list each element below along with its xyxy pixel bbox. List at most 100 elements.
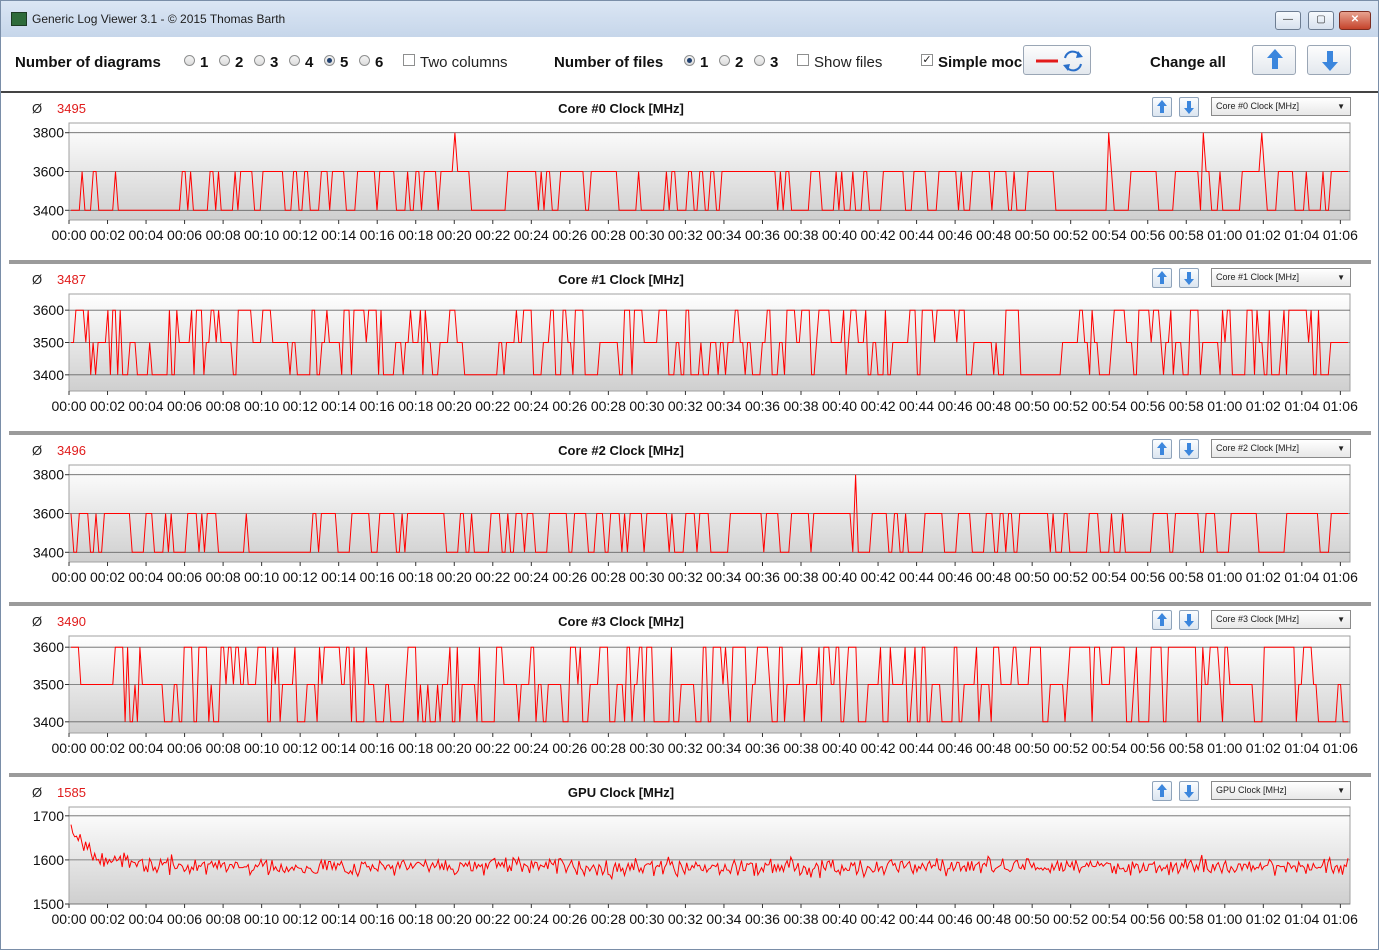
x-tick-label: 00:06 — [167, 740, 202, 756]
app-icon — [11, 12, 27, 26]
diagram-panel: 3400 3500 3600 00:00 00:02 00:04 00:06 00:08 00:… — [1, 606, 1378, 774]
line-chart: 15001600170000:00 00:02 00:04 00:06 00:08 00:… — [33, 806, 1358, 927]
y-tick-label: 3600 — [33, 302, 64, 318]
x-tick-label: 00:44 — [899, 569, 934, 585]
x-tick-label: 01:04 — [1284, 911, 1319, 927]
value-select[interactable]: Core #3 Clock [MHz] ▼ — [1211, 610, 1351, 629]
diagrams-radio-4[interactable] — [289, 55, 300, 66]
value-select[interactable]: Core #1 Clock [MHz] ▼ — [1211, 268, 1351, 287]
x-tick-label: 01:06 — [1323, 398, 1358, 414]
x-tick-label: 00:30 — [629, 911, 664, 927]
x-tick-label: 00:40 — [822, 398, 857, 414]
x-tick-label: 00:16 — [360, 227, 395, 243]
x-tick-label: 00:34 — [706, 740, 741, 756]
x-tick-label: 00:14 — [321, 398, 356, 414]
close-button[interactable]: ✕ — [1339, 11, 1371, 30]
x-tick-label: 00:34 — [706, 569, 741, 585]
dropdown-arrow-icon: ▼ — [1337, 273, 1345, 282]
y-tick-label: 3400 — [33, 714, 64, 730]
x-tick-label: 00:24 — [514, 569, 549, 585]
minimize-button[interactable]: — — [1275, 11, 1301, 30]
x-tick-label: 00:12 — [283, 740, 318, 756]
value-select-text: Core #0 Clock [MHz] — [1216, 101, 1300, 111]
x-tick-label: 00:52 — [1053, 911, 1088, 927]
x-tick-label: 00:44 — [899, 227, 934, 243]
move-up-button[interactable] — [1152, 439, 1172, 459]
arrow-down-icon — [1184, 614, 1194, 627]
y-tick-label: 3400 — [33, 544, 64, 560]
x-tick-label: 00:34 — [706, 227, 741, 243]
line-style-button[interactable] — [1023, 45, 1091, 75]
x-tick-label: 00:50 — [1015, 740, 1050, 756]
diagrams-radio-label-2: 2 — [235, 54, 244, 71]
maximize-button[interactable]: ▢ — [1308, 11, 1334, 30]
diagrams-radio-6[interactable] — [359, 55, 370, 66]
diagrams-radio-label-1: 1 — [200, 54, 209, 71]
x-tick-label: 01:06 — [1323, 227, 1358, 243]
x-tick-label: 00:58 — [1169, 911, 1204, 927]
move-down-button[interactable] — [1179, 610, 1199, 630]
x-tick-label: 00:20 — [437, 569, 472, 585]
x-tick-label: 00:42 — [861, 740, 896, 756]
y-tick-label: 3600 — [33, 164, 64, 180]
x-tick-label: 00:58 — [1169, 740, 1204, 756]
files-radio-1[interactable] — [684, 55, 695, 66]
move-up-button[interactable] — [1152, 268, 1172, 288]
value-select[interactable]: Core #0 Clock [MHz] ▼ — [1211, 97, 1351, 116]
move-down-button[interactable] — [1179, 97, 1199, 117]
arrow-up-icon — [1157, 613, 1167, 626]
move-all-up-button[interactable] — [1252, 45, 1296, 75]
diagrams-radio-2[interactable] — [219, 55, 230, 66]
x-tick-label: 01:06 — [1323, 911, 1358, 927]
x-tick-label: 00:18 — [398, 740, 433, 756]
files-radio-2[interactable] — [719, 55, 730, 66]
files-radio-label-3: 3 — [770, 54, 779, 71]
value-select[interactable]: GPU Clock [MHz] ▼ — [1211, 781, 1351, 800]
x-tick-label: 01:00 — [1207, 569, 1242, 585]
x-tick-label: 00:24 — [514, 398, 549, 414]
arrow-up-icon — [1267, 49, 1283, 69]
x-tick-label: 00:56 — [1130, 911, 1165, 927]
show-files-checkbox[interactable] — [797, 54, 809, 66]
x-tick-label: 00:20 — [437, 227, 472, 243]
x-tick-label: 00:12 — [283, 911, 318, 927]
x-tick-label: 00:48 — [976, 569, 1011, 585]
x-tick-label: 00:00 — [51, 911, 86, 927]
two-columns-label: Two columns — [420, 54, 508, 71]
x-tick-label: 00:56 — [1130, 398, 1165, 414]
value-select-text: Core #1 Clock [MHz] — [1216, 272, 1300, 282]
diagrams-radio-1[interactable] — [184, 55, 195, 66]
value-select[interactable]: Core #2 Clock [MHz] ▼ — [1211, 439, 1351, 458]
x-tick-label: 00:26 — [552, 911, 587, 927]
arrow-down-icon — [1184, 785, 1194, 798]
move-up-button[interactable] — [1152, 97, 1172, 117]
move-all-down-button[interactable] — [1307, 45, 1351, 75]
move-up-button[interactable] — [1152, 781, 1172, 801]
x-tick-label: 00:20 — [437, 398, 472, 414]
files-radio-3[interactable] — [754, 55, 765, 66]
x-tick-label: 00:56 — [1130, 740, 1165, 756]
simple-mode-checkbox[interactable]: ✓ — [921, 54, 933, 66]
x-tick-label: 01:00 — [1207, 227, 1242, 243]
x-tick-label: 01:04 — [1284, 398, 1319, 414]
move-down-button[interactable] — [1179, 268, 1199, 288]
diagrams-radio-5[interactable] — [324, 55, 335, 66]
x-tick-label: 00:18 — [398, 227, 433, 243]
title-bar[interactable]: Generic Log Viewer 3.1 - © 2015 Thomas B… — [1, 1, 1378, 37]
diagram-panel: 3400 3600 3800 00:00 00:02 00:04 00:06 00:08 00:… — [1, 435, 1378, 603]
move-up-button[interactable] — [1152, 610, 1172, 630]
arrow-up-icon — [1157, 271, 1167, 284]
move-down-button[interactable] — [1179, 781, 1199, 801]
arrow-down-icon — [1322, 51, 1338, 71]
x-tick-label: 00:36 — [745, 569, 780, 585]
line-chart: 34003500360000:00 00:02 00:04 00:06 00:08 00:… — [33, 635, 1358, 756]
two-columns-checkbox[interactable] — [403, 54, 415, 66]
diagrams-radio-3[interactable] — [254, 55, 265, 66]
x-tick-label: 00:14 — [321, 227, 356, 243]
simple-mode-label: Simple moc — [938, 54, 1023, 71]
average-value: 3490 — [57, 614, 86, 629]
dropdown-arrow-icon: ▼ — [1337, 615, 1345, 624]
x-tick-label: 00:38 — [783, 569, 818, 585]
x-tick-label: 00:52 — [1053, 227, 1088, 243]
move-down-button[interactable] — [1179, 439, 1199, 459]
